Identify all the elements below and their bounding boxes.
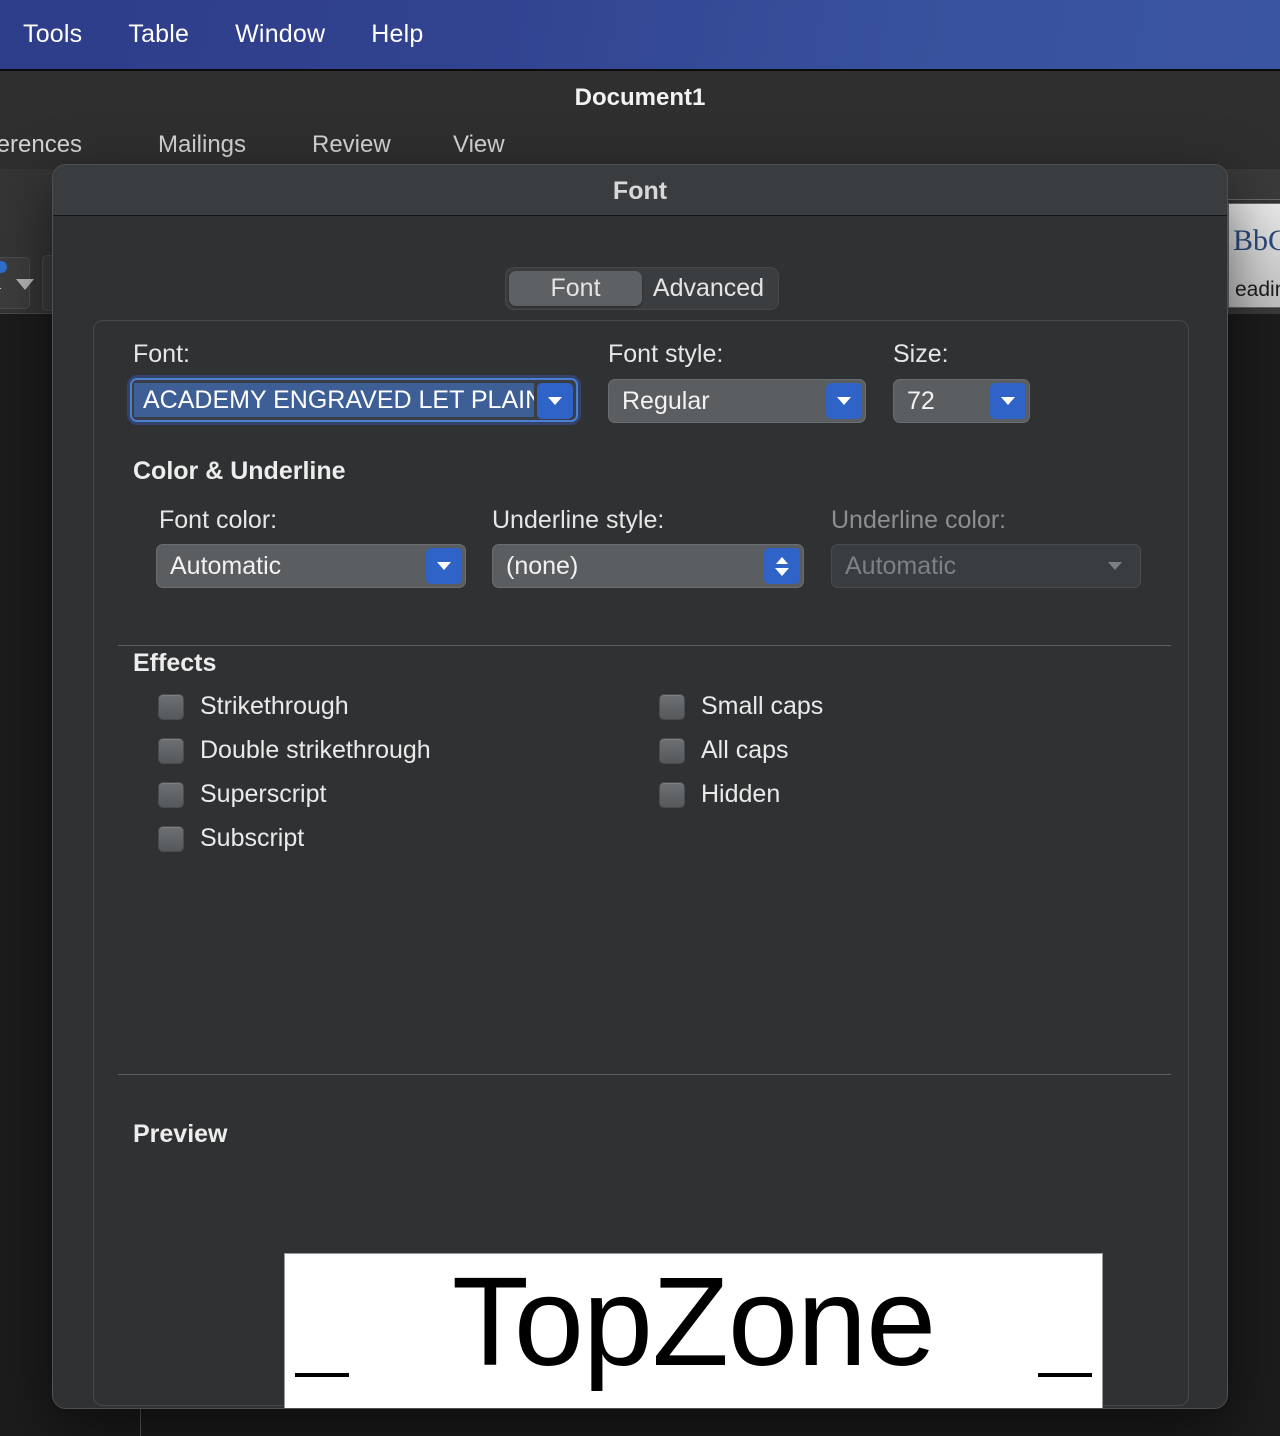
ribbon-tab-references[interactable]: ferences: [0, 131, 82, 159]
document-title: Document1: [574, 84, 706, 111]
menu-item-help[interactable]: Help: [348, 16, 446, 53]
font-size-dropdown-button[interactable]: [990, 383, 1026, 419]
checkbox-row-all-caps[interactable]: All caps: [659, 736, 789, 765]
ribbon-tab-review[interactable]: Review: [312, 131, 391, 159]
checkbox-row-hidden[interactable]: Hidden: [659, 780, 780, 809]
strikethrough-label: Strikethrough: [200, 692, 349, 720]
hidden-label: Hidden: [701, 780, 781, 808]
underline-style-stepper-button[interactable]: [764, 548, 800, 584]
font-style-dropdown-button[interactable]: [826, 383, 862, 419]
style-card-name: eadin: [1235, 278, 1280, 301]
checkbox-row-subscript[interactable]: Subscript: [158, 824, 304, 853]
subscript-checkbox[interactable]: [158, 825, 184, 852]
menu-item-tools[interactable]: Tools: [0, 16, 105, 53]
underline-color-combobox: Automatic: [831, 544, 1141, 588]
checkbox-row-strikethrough[interactable]: Strikethrough: [158, 692, 349, 721]
underline-style-combobox[interactable]: (none): [492, 544, 804, 588]
size-label: Size:: [893, 340, 949, 368]
all-caps-label: All caps: [701, 736, 789, 764]
section-divider-2: [118, 1074, 1171, 1075]
font-color-value: Automatic: [170, 551, 282, 580]
font-style-label: Font style:: [608, 340, 724, 368]
dialog-tab-group: Font Advanced: [505, 267, 779, 310]
dialog-title: Font: [612, 177, 668, 205]
ribbon-tab-mailings[interactable]: Mailings: [158, 131, 246, 159]
chevron-down-icon: [437, 562, 451, 570]
font-name-value: ACADEMY ENGRAVED LET PLAIN: [134, 383, 534, 417]
style-card-sample: BbCc: [1233, 224, 1280, 257]
menu-item-window[interactable]: Window: [212, 16, 348, 53]
font-color-dropdown-button[interactable]: [426, 548, 462, 584]
small-caps-label: Small caps: [701, 692, 824, 720]
font-name-combobox[interactable]: ACADEMY ENGRAVED LET PLAIN: [130, 378, 578, 422]
underline-style-label: Underline style:: [492, 506, 665, 534]
dialog-content-panel: Font: ACADEMY ENGRAVED LET PLAIN Font st…: [93, 320, 1189, 1406]
chevron-down-icon: [775, 567, 789, 576]
subscript-label: Subscript: [200, 824, 305, 852]
font-label: Font:: [133, 340, 190, 368]
style-gallery-sep-1: [1222, 199, 1280, 200]
preview-heading: Preview: [133, 1120, 228, 1148]
ribbon-tab-view[interactable]: View: [453, 131, 505, 159]
screen-root: Document1 ferences Mailings Review View …: [0, 0, 1280, 1436]
preview-sample-text: TopZone: [451, 1253, 936, 1392]
superscript-checkbox[interactable]: [158, 781, 184, 808]
preview-baseline-mark-right: [1038, 1373, 1092, 1377]
chevron-down-icon: [1001, 397, 1015, 405]
dialog-body: Font Advanced Font: ACADEMY ENGRAVED LET…: [53, 216, 1227, 1408]
font-color-combobox[interactable]: Automatic: [156, 544, 466, 588]
font-size-value: 72: [907, 386, 935, 415]
menu-bar-items: Tools Table Window Help: [0, 0, 446, 69]
checkbox-row-small-caps[interactable]: Small caps: [659, 692, 823, 721]
chevron-down-icon: [837, 397, 851, 405]
font-color-label: Font color:: [159, 506, 278, 534]
window-titlebar: Document1: [0, 71, 1280, 125]
underline-color-value: Automatic: [845, 551, 957, 580]
hidden-checkbox[interactable]: [659, 781, 685, 808]
checkbox-row-double-strikethrough[interactable]: Double strikethrough: [158, 736, 431, 765]
all-caps-checkbox[interactable]: [659, 737, 685, 764]
underline-color-label: Underline color:: [831, 506, 1007, 534]
menu-bar: Tools Table Window Help: [0, 0, 1280, 71]
checkbox-row-superscript[interactable]: Superscript: [158, 780, 326, 809]
chevron-up-icon: [776, 556, 788, 564]
double-strikethrough-checkbox[interactable]: [158, 737, 184, 764]
underline-style-value: (none): [506, 551, 579, 580]
small-caps-checkbox[interactable]: [659, 693, 685, 720]
double-strikethrough-label: Double strikethrough: [200, 736, 431, 764]
superscript-label: Superscript: [200, 780, 327, 808]
color-underline-heading: Color & Underline: [133, 457, 346, 485]
effects-heading: Effects: [133, 649, 217, 677]
font-style-value: Regular: [622, 386, 710, 415]
style-gallery-top: [1222, 169, 1280, 199]
font-dialog: Font Font Advanced Font: ACADEMY ENGRAVE…: [52, 164, 1228, 1409]
chevron-down-icon: [548, 397, 562, 405]
font-style-combobox[interactable]: Regular: [608, 379, 866, 423]
chevron-down-icon: [1108, 562, 1122, 570]
style-card[interactable]: BbCc eadin: [1228, 203, 1280, 308]
tab-advanced[interactable]: Advanced: [642, 271, 775, 306]
section-divider-1: [118, 645, 1171, 646]
preview-baseline-mark-left: [295, 1373, 349, 1377]
preview-box: TopZone: [284, 1253, 1103, 1408]
font-name-dropdown-button[interactable]: [537, 383, 573, 419]
strikethrough-checkbox[interactable]: [158, 693, 184, 720]
ribbon-tab-strip: ferences Mailings Review View: [0, 125, 1280, 169]
menu-item-table[interactable]: Table: [105, 16, 212, 53]
dialog-titlebar: Font: [53, 165, 1227, 216]
tab-font[interactable]: Font: [509, 271, 642, 306]
font-size-combobox[interactable]: 72: [893, 379, 1030, 423]
chevron-down-icon[interactable]: [16, 279, 34, 290]
